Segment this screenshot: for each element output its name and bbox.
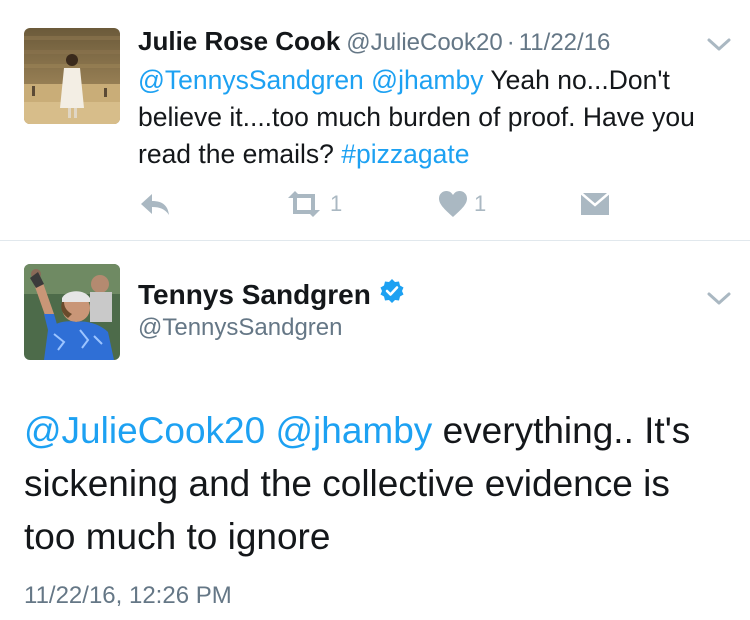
chevron-down-icon[interactable] bbox=[706, 290, 732, 308]
author-handle[interactable]: @JulieCook20 bbox=[346, 29, 502, 56]
mention-link[interactable]: @TennysSandgren bbox=[138, 65, 364, 95]
author-handle[interactable]: @TennysSandgren bbox=[138, 314, 343, 342]
tweet-timestamp[interactable]: 11/22/16, 12:26 PM bbox=[24, 582, 232, 610]
like-count: 1 bbox=[474, 191, 487, 216]
tweet-text: @JulieCook20 @jhamby everything.. It's s… bbox=[24, 404, 724, 563]
tweet-actions: 1 1 bbox=[138, 188, 638, 220]
tweet-julie[interactable]: Julie Rose Cook @JulieCook20 · 11/22/16 @Te… bbox=[0, 0, 750, 240]
mention-link[interactable]: @jhamby bbox=[371, 65, 483, 95]
author-name[interactable]: Tennys Sandgren bbox=[138, 279, 371, 311]
heart-icon bbox=[438, 190, 468, 218]
chevron-down-icon[interactable] bbox=[706, 36, 732, 54]
mention-link[interactable]: @jhamby bbox=[275, 410, 432, 451]
divider bbox=[0, 240, 750, 241]
reply-icon bbox=[138, 190, 172, 218]
envelope-icon bbox=[580, 191, 610, 217]
tweet-header: Julie Rose Cook @JulieCook20 · 11/22/16 bbox=[138, 26, 610, 57]
retweet-count: 1 bbox=[330, 191, 343, 216]
mention-link[interactable]: @JulieCook20 bbox=[24, 410, 265, 451]
tweet-text: @TennysSandgren @jhamby Yeah no...Don't … bbox=[138, 62, 728, 173]
avatar-tennys[interactable] bbox=[24, 264, 120, 360]
avatar-julie[interactable] bbox=[24, 28, 120, 124]
retweet-icon bbox=[284, 190, 324, 218]
tweet-date[interactable]: 11/22/16 bbox=[519, 29, 611, 56]
reply-button[interactable] bbox=[138, 188, 172, 220]
verified-badge-icon bbox=[379, 278, 405, 311]
author-name[interactable]: Julie Rose Cook bbox=[138, 26, 340, 56]
hashtag-link[interactable]: #pizzagate bbox=[341, 139, 469, 169]
header-separator: · bbox=[506, 29, 515, 56]
author-name-row: Tennys Sandgren bbox=[138, 278, 405, 311]
retweet-button[interactable]: 1 bbox=[284, 188, 342, 220]
like-button[interactable]: 1 bbox=[438, 188, 486, 220]
direct-message-button[interactable] bbox=[580, 188, 610, 220]
